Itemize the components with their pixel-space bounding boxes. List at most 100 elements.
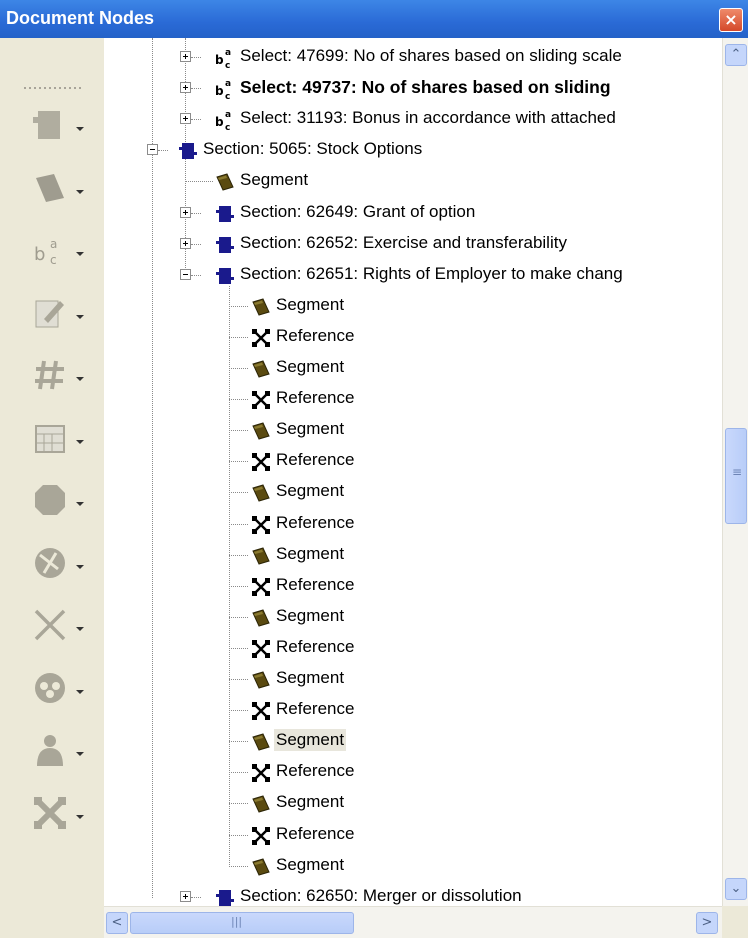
dropdown-arrow-icon[interactable] <box>76 439 84 444</box>
tool-button-tools[interactable] <box>30 543 94 587</box>
segment-icon <box>250 731 272 753</box>
document-tree[interactable]: b a c Select: 47699: No of shares based on … <box>104 38 722 906</box>
tool-button-group[interactable] <box>30 668 94 712</box>
tree-connector <box>229 741 248 743</box>
dropdown-arrow-icon[interactable] <box>76 752 84 756</box>
svg-text:a: a <box>225 110 231 120</box>
tree-node-reference[interactable]: Reference <box>104 695 722 726</box>
tree-node-label: Reference <box>276 823 355 843</box>
expand-icon[interactable] <box>180 82 191 94</box>
tree-node-section[interactable]: Section: 62650: Merger or dissolution <box>104 882 722 906</box>
toolbar-grip[interactable] <box>24 87 82 89</box>
tree-node-reference[interactable]: Reference <box>104 633 722 664</box>
tree-connector <box>158 150 168 152</box>
tree-node-segment[interactable]: Segment <box>104 353 722 384</box>
edit-form-icon <box>30 293 70 333</box>
tree-node-reference[interactable]: Reference <box>104 509 722 540</box>
tool-button-stop[interactable] <box>30 480 94 524</box>
segment-icon <box>250 607 272 629</box>
tree-connector <box>191 88 201 90</box>
tool-button-section[interactable] <box>30 105 94 149</box>
tree-connector <box>229 336 248 338</box>
tree-node-segment[interactable]: Segment <box>104 540 722 571</box>
tree-connector <box>229 865 248 867</box>
tree-node-reference[interactable]: Reference <box>104 757 722 788</box>
tool-button-collapse[interactable] <box>30 793 94 837</box>
segment-icon <box>250 296 272 318</box>
expand-icon[interactable] <box>180 890 191 902</box>
tree-connector <box>229 305 248 307</box>
svg-text:b: b <box>215 84 224 98</box>
close-button[interactable]: × <box>719 8 743 32</box>
collapse-icon <box>30 793 70 833</box>
dropdown-arrow-icon[interactable] <box>76 627 84 631</box>
tool-button-calendar[interactable] <box>30 418 94 462</box>
tool-button-segment[interactable] <box>30 168 94 212</box>
select-icon: bac <box>214 109 236 133</box>
tree-connector <box>229 585 248 587</box>
expand-icon[interactable] <box>180 237 191 249</box>
scroll-up-button[interactable]: ⌃ <box>725 44 747 66</box>
horizontal-scrollbar[interactable]: < ||| > <box>104 906 722 938</box>
tree-node-segment[interactable]: Segment <box>104 477 722 508</box>
scroll-down-button[interactable]: ⌄ <box>725 878 747 900</box>
size-grip[interactable] <box>722 906 748 938</box>
tree-node-section[interactable]: Section: 5065: Stock Options <box>104 135 722 166</box>
tree-node-reference[interactable]: Reference <box>104 446 722 477</box>
reference-icon <box>250 327 272 349</box>
select-icon: bac <box>214 78 236 102</box>
collapse-icon[interactable] <box>147 144 158 156</box>
expand-icon[interactable] <box>180 113 191 125</box>
collapse-icon[interactable] <box>180 268 191 280</box>
tree-node-section[interactable]: Section: 62652: Exercise and transferabi… <box>104 229 722 260</box>
svg-text:c: c <box>50 253 57 267</box>
dropdown-arrow-icon[interactable] <box>76 814 84 819</box>
tool-button-person[interactable] <box>30 730 94 774</box>
dropdown-arrow-icon[interactable] <box>76 314 84 319</box>
tree-node-select[interactable]: b a c Select: 49737: No of shares based on … <box>104 73 722 104</box>
dropdown-arrow-icon[interactable] <box>76 689 84 694</box>
tree-node-reference[interactable]: Reference <box>104 322 722 353</box>
dropdown-arrow-icon[interactable] <box>76 127 84 131</box>
tree-connector <box>229 399 248 401</box>
reference-icon <box>250 825 272 847</box>
calendar-icon <box>30 418 70 458</box>
tool-button-reference[interactable] <box>30 605 94 649</box>
tree-node-segment[interactable]: Segment <box>104 851 722 882</box>
tree-node-segment[interactable]: Segment <box>104 602 722 633</box>
horizontal-scroll-thumb[interactable]: ||| <box>130 912 354 934</box>
scroll-right-button[interactable]: > <box>696 912 718 934</box>
tree-connector <box>191 57 201 58</box>
vertical-scroll-thumb[interactable]: ≡ <box>725 428 747 524</box>
tree-node-section[interactable]: Section: 62651: Rights of Employer to ma… <box>104 260 722 291</box>
tool-button-edit-form[interactable] <box>30 293 94 337</box>
expand-icon[interactable] <box>180 51 191 62</box>
tree-node-segment[interactable]: Segment <box>104 788 722 819</box>
expand-icon[interactable] <box>180 206 191 218</box>
tree-node-select[interactable]: b a c Select: 31193: Bonus in accordance wi… <box>104 104 722 135</box>
dropdown-arrow-icon[interactable] <box>76 564 84 569</box>
chevron-up-icon: ⌃ <box>730 47 742 62</box>
tree-node-segment[interactable]: Segment <box>104 291 722 322</box>
dropdown-arrow-icon[interactable] <box>76 502 84 506</box>
tree-node-segment[interactable]: Segment <box>104 726 722 757</box>
tree-node-segment[interactable]: Segment <box>104 166 722 197</box>
dropdown-arrow-icon[interactable] <box>76 252 84 256</box>
tree-node-reference[interactable]: Reference <box>104 384 722 415</box>
dropdown-arrow-icon[interactable] <box>76 377 84 381</box>
tree-node-segment[interactable]: Segment <box>104 664 722 695</box>
tree-node-label: Segment <box>274 729 347 752</box>
tree-node-reference[interactable]: Reference <box>104 571 722 602</box>
scroll-left-button[interactable]: < <box>106 912 128 934</box>
segment-icon <box>250 420 272 442</box>
tree-node-section[interactable]: Section: 62649: Grant of option <box>104 198 722 229</box>
tree-node-label: Segment <box>276 419 345 439</box>
tree-node-segment[interactable]: Segment <box>104 415 722 446</box>
tree-node-select[interactable]: b a c Select: 47699: No of shares based on … <box>104 42 722 73</box>
tree-node-label: Section: 62651: Rights of Employer to ma… <box>240 263 623 283</box>
tool-button-number[interactable] <box>30 355 94 399</box>
vertical-scrollbar[interactable]: ⌃ ≡ ⌄ <box>722 38 748 906</box>
tree-node-reference[interactable]: Reference <box>104 820 722 851</box>
tool-button-select[interactable]: bac <box>30 230 94 274</box>
dropdown-arrow-icon[interactable] <box>76 189 84 194</box>
